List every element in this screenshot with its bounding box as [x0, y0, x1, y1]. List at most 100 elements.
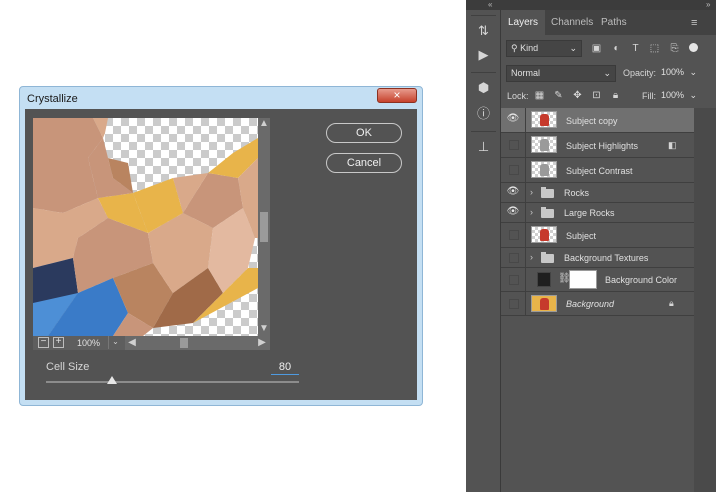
chevron-right-icon[interactable]: › — [530, 207, 533, 217]
visibility-divider — [525, 203, 526, 222]
fill-label: Fill: — [642, 91, 656, 101]
cell-size-slider[interactable] — [46, 376, 299, 384]
actions-play-icon[interactable]: ▶ — [476, 47, 491, 62]
blend-mode-select[interactable]: Normal ⌄ — [506, 65, 616, 82]
visibility-toggle-off[interactable] — [509, 230, 519, 240]
layer-filter-kind-select[interactable]: ⚲ Kind ⌄ — [506, 40, 582, 57]
chevron-right-icon[interactable]: › — [530, 187, 533, 197]
crystallize-dialog: Crystallize × ▲ ▼ − + 100% ⌄ ◀ ▶ OK Canc… — [19, 86, 423, 406]
panel-dock-header: « » — [466, 0, 716, 10]
filter-pixel-icon[interactable]: ▣ — [590, 42, 603, 55]
tab-layers[interactable]: Layers — [501, 10, 546, 35]
fill-value: 100% — [661, 90, 685, 100]
fill-input[interactable]: 100% ⌄ — [657, 88, 697, 105]
opacity-label: Opacity: — [623, 68, 657, 78]
preview-vertical-scrollbar[interactable]: ▲ ▼ — [258, 118, 270, 336]
smart-filter-icon: ◧ — [668, 140, 677, 150]
visibility-toggle-off[interactable] — [509, 165, 519, 175]
blend-mode-value: Normal — [511, 68, 541, 78]
opacity-input[interactable]: 100% ⌄ — [657, 65, 697, 82]
layers-panel: Layers Channels Paths ≡ ⚲ Kind ⌄ ▣ ◐ T ⬚… — [501, 10, 716, 492]
filter-toggle-icon[interactable] — [689, 43, 698, 52]
preview-horizontal-scrollbar[interactable]: ◀ ▶ — [125, 336, 270, 350]
eye-icon[interactable]: 👁︎ — [506, 186, 520, 200]
lock-label: Lock: — [507, 91, 529, 101]
scroll-up-arrow-icon[interactable]: ▲ — [259, 119, 269, 129]
layers-scrollbar[interactable] — [694, 108, 716, 492]
window-margin — [716, 0, 725, 492]
layer-thumbnail — [531, 295, 557, 312]
crystallize-preview-image — [33, 118, 258, 336]
layer-name: Subject — [566, 231, 597, 241]
collapse-tools-icon[interactable]: « — [488, 0, 492, 9]
visibility-divider — [525, 268, 526, 291]
layer-name: Rocks — [564, 188, 590, 198]
layer-name: Subject copy — [566, 116, 618, 126]
lock-image-pixels-icon[interactable]: ✎ — [552, 89, 565, 102]
filter-adjustment-icon[interactable]: ◐ — [610, 42, 623, 55]
horizontal-scroll-thumb[interactable] — [180, 338, 188, 348]
visibility-toggle-off[interactable] — [509, 299, 519, 309]
layer-row-subject-contrast[interactable]: Subject Contrast — [501, 158, 694, 183]
layer-thumbnail — [531, 136, 557, 153]
scroll-right-arrow-icon[interactable]: ▶ — [257, 338, 267, 348]
layer-row-background-color[interactable]: ⛓ Background Color — [501, 268, 694, 292]
eye-icon[interactable]: 👁︎ — [506, 206, 520, 220]
ok-button[interactable]: OK — [326, 123, 402, 143]
eye-icon[interactable]: 👁︎ — [506, 113, 520, 127]
close-button[interactable]: × — [377, 88, 417, 103]
cancel-button[interactable]: Cancel — [326, 153, 402, 173]
filter-smart-object-icon[interactable]: ⎘ — [668, 42, 681, 55]
layer-mask-thumbnail[interactable] — [569, 270, 597, 289]
filter-type-icon[interactable]: T — [629, 42, 642, 55]
chevron-down-icon: ⌄ — [689, 90, 697, 100]
lock-transparent-pixels-icon[interactable]: ▦ — [533, 89, 546, 102]
layer-row-background-textures[interactable]: › Background Textures — [501, 248, 694, 268]
scroll-down-arrow-icon[interactable]: ▼ — [259, 324, 269, 334]
strip-grip — [471, 15, 496, 16]
search-icon: ⚲ — [511, 43, 521, 53]
zoom-dropdown-icon[interactable]: ⌄ — [108, 336, 122, 349]
filter-shape-icon[interactable]: ⬚ — [648, 42, 661, 55]
layer-name: Background Textures — [564, 253, 649, 263]
layer-row-background[interactable]: Background 🔒︎ — [501, 292, 694, 316]
clone-source-stamp-icon[interactable]: ⊥ — [476, 139, 491, 154]
panel-tabs: Layers Channels Paths ≡ — [501, 10, 716, 35]
vertical-scroll-thumb[interactable] — [260, 212, 268, 242]
layer-name: Subject Contrast — [566, 166, 633, 176]
cell-size-input[interactable]: 80 — [271, 361, 299, 375]
chevron-down-icon: ⌄ — [569, 43, 577, 53]
panel-menu-icon[interactable]: ≡ — [691, 17, 697, 29]
strip-divider — [471, 72, 496, 73]
visibility-divider — [525, 158, 526, 182]
layer-row-subject[interactable]: Subject — [501, 223, 694, 248]
layer-row-subject-copy[interactable]: 👁︎ Subject copy — [501, 108, 694, 133]
visibility-toggle-off[interactable] — [509, 140, 519, 150]
layer-row-large-rocks[interactable]: 👁︎ › Large Rocks — [501, 203, 694, 223]
layer-name: Background Color — [605, 275, 678, 285]
lock-artboard-icon[interactable]: ⊡ — [590, 89, 603, 102]
lock-position-icon[interactable]: ✥ — [571, 89, 584, 102]
3d-cube-icon[interactable]: ⬢ — [476, 80, 491, 95]
zoom-in-button[interactable]: + — [53, 337, 64, 348]
scroll-left-arrow-icon[interactable]: ◀ — [127, 338, 137, 348]
chevron-right-icon[interactable]: › — [530, 252, 533, 262]
history-icon[interactable]: ⇅ — [476, 23, 491, 38]
layer-row-rocks[interactable]: 👁︎ › Rocks — [501, 183, 694, 203]
visibility-toggle-off[interactable] — [509, 275, 519, 285]
zoom-out-button[interactable]: − — [38, 337, 49, 348]
visibility-toggle-off[interactable] — [509, 253, 519, 263]
lock-icon: 🔒︎ — [669, 298, 674, 308]
filter-preview[interactable] — [33, 118, 258, 336]
collapse-panels-icon[interactable]: » — [706, 0, 710, 9]
tab-paths[interactable]: Paths — [594, 10, 634, 35]
strip-divider — [471, 131, 496, 132]
lock-all-icon[interactable]: 🔒︎ — [609, 89, 622, 102]
preview-zoom-bar: − + 100% ⌄ ◀ ▶ — [33, 336, 270, 350]
info-icon[interactable]: ⓘ — [476, 106, 491, 121]
cell-size-slider-thumb[interactable] — [106, 376, 117, 384]
visibility-divider — [525, 133, 526, 157]
layer-row-subject-highlights[interactable]: Subject Highlights ◧ — [501, 133, 694, 158]
visibility-divider — [525, 183, 526, 202]
tab-channels[interactable]: Channels — [544, 10, 600, 35]
